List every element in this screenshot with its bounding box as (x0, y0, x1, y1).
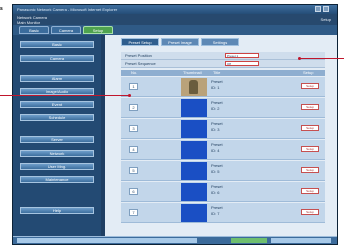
setting-row-preset-sequence: Preset Sequence Off (121, 60, 325, 68)
app-header: Network Camera Main Monitor Setup (13, 14, 337, 25)
preset-sequence-select[interactable]: Off (225, 61, 259, 66)
browser-window: Panasonic Network Camera - Microsoft Int… (12, 4, 338, 245)
preset-info: Preset ID: 1 (211, 79, 223, 91)
callout-line-right (300, 58, 344, 59)
preset-thumbnail[interactable] (181, 141, 207, 159)
setting-label: Preset Sequence (125, 61, 156, 66)
tab-basic[interactable]: Basic (19, 26, 49, 34)
sidebar-item-image-audio[interactable]: Image/Audio (20, 88, 94, 95)
preset-id: ID: 5 (211, 169, 220, 174)
sidebar: Basic Camera Alarm Image/Audio Event Sch… (13, 35, 101, 236)
preset-thumbnail[interactable] (181, 162, 207, 180)
preset-info: Preset ID: 2 (211, 100, 223, 112)
preset-thumbnail[interactable] (181, 99, 207, 117)
sidebar-item-alarm[interactable]: Alarm (20, 75, 94, 82)
sidebar-item-basic[interactable]: Basic (20, 41, 94, 48)
header-right-label: Setup (320, 17, 331, 22)
minimize-icon[interactable] (315, 6, 321, 12)
preset-setup-button[interactable]: Setup (301, 209, 319, 215)
zone-indicator (231, 238, 267, 243)
window-titlebar: Panasonic Network Camera - Microsoft Int… (13, 5, 337, 14)
preset-id: ID: 1 (211, 85, 220, 90)
status-bar (13, 236, 337, 244)
preset-id: ID: 4 (211, 148, 220, 153)
preset-thumbnail[interactable] (181, 183, 207, 201)
preset-setup-button[interactable]: Setup (301, 146, 319, 152)
preset-info: Preset ID: 6 (211, 184, 223, 196)
sidebar-item-user-mng[interactable]: User Mng. (20, 163, 94, 170)
preset-info: Preset ID: 4 (211, 142, 223, 154)
tab-settings[interactable]: Settings (201, 38, 239, 46)
table-row: 7 Preset ID: 7 Setup (121, 203, 325, 223)
column-header-thumbnail: Thumbnail (183, 70, 202, 75)
top-navigation: Basic Camera Setup (13, 25, 337, 35)
preset-thumbnail[interactable] (181, 204, 207, 222)
preset-number[interactable]: 6 (129, 188, 138, 195)
preset-id: ID: 7 (211, 211, 220, 216)
thumbnail-image (189, 80, 198, 94)
preset-setup-button[interactable]: Setup (301, 104, 319, 110)
main-panel: Preset Setup Preset Image Settings Prese… (105, 35, 337, 236)
status-progress (271, 238, 331, 243)
sidebar-item-event[interactable]: Event (20, 101, 94, 108)
tab-preset-image[interactable]: Preset Image (161, 38, 199, 46)
setting-row-preset-position: Preset Position Preset 1 (121, 52, 325, 60)
preset-thumbnail[interactable] (181, 120, 207, 138)
sidebar-item-server[interactable]: Server (20, 136, 94, 143)
sidebar-item-help[interactable]: Help (20, 207, 94, 214)
preset-setup-button[interactable]: Setup (301, 167, 319, 173)
preset-setup-button[interactable]: Setup (301, 83, 319, 89)
sidebar-item-camera[interactable]: Camera (20, 55, 94, 62)
status-text-area (17, 238, 197, 243)
preset-number[interactable]: 3 (129, 125, 138, 132)
sidebar-item-network[interactable]: Network (20, 150, 94, 157)
table-row: 5 Preset ID: 5 Setup (121, 161, 325, 181)
column-header-no: No. (131, 70, 138, 75)
table-row: 1 Preset ID: 1 Setup (121, 77, 325, 97)
preset-position-select[interactable]: Preset 1 (225, 53, 259, 58)
callout-dot-left (128, 94, 131, 97)
sidebar-item-schedule[interactable]: Schedule (20, 114, 94, 121)
preset-setup-button[interactable]: Setup (301, 125, 319, 131)
preset-info: Preset ID: 3 (211, 121, 223, 133)
preset-id: ID: 3 (211, 127, 220, 132)
table-row: 6 Preset ID: 6 Setup (121, 182, 325, 202)
table-row: 2 Preset ID: 2 Setup (121, 98, 325, 118)
preset-number[interactable]: 1 (129, 83, 138, 90)
tab-setup[interactable]: Setup (83, 26, 113, 34)
column-header-setup: Setup (303, 70, 314, 75)
column-header-title: Title (213, 70, 221, 75)
tab-preset-setup[interactable]: Preset Setup (121, 38, 159, 46)
preset-info: Preset ID: 7 (211, 205, 223, 217)
preset-number[interactable]: 5 (129, 167, 138, 174)
window-title: Panasonic Network Camera - Microsoft Int… (17, 7, 118, 12)
table-header: No. Thumbnail Title Setup (121, 70, 325, 76)
table-row: 4 Preset ID: 4 Setup (121, 140, 325, 160)
callout-line-left (0, 95, 130, 96)
preset-number[interactable]: 4 (129, 146, 138, 153)
preset-number[interactable]: 7 (129, 209, 138, 216)
table-row: 3 Preset ID: 3 Setup (121, 119, 325, 139)
preset-setup-button[interactable]: Setup (301, 188, 319, 194)
callout-label: s (0, 6, 3, 12)
preset-id: ID: 6 (211, 190, 220, 195)
preset-id: ID: 2 (211, 106, 220, 111)
setting-label: Preset Position (125, 53, 152, 58)
preset-number[interactable]: 2 (129, 104, 138, 111)
tab-camera[interactable]: Camera (51, 26, 81, 34)
close-icon[interactable] (323, 6, 329, 12)
callout-dot-right (298, 57, 301, 60)
sidebar-item-maintenance[interactable]: Maintenance (20, 176, 94, 183)
preset-thumbnail[interactable] (181, 78, 207, 96)
preset-info: Preset ID: 5 (211, 163, 223, 175)
